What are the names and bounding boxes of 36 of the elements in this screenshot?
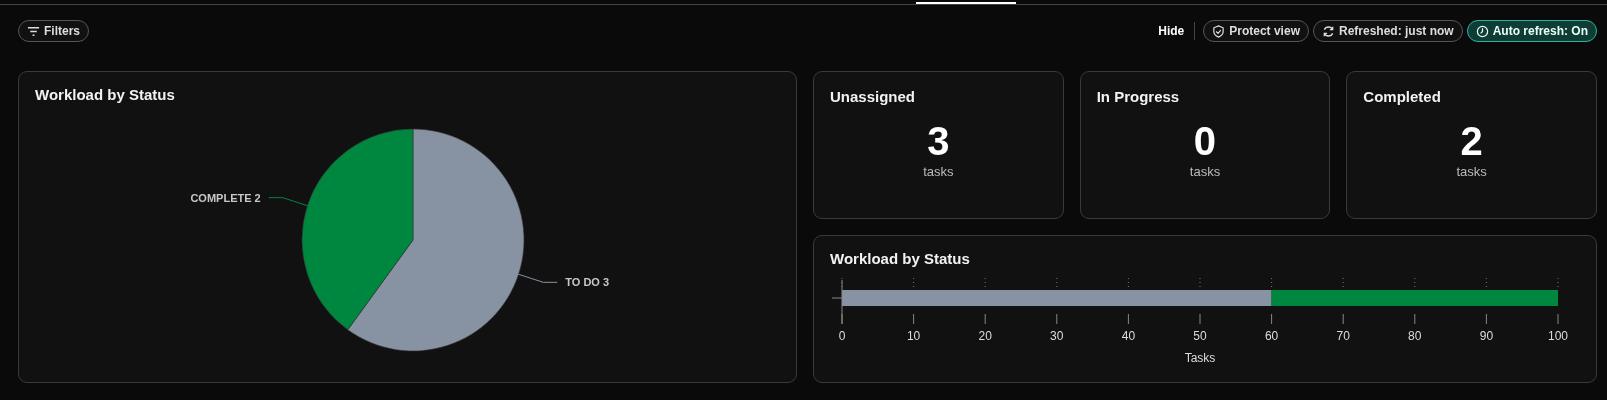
tick-label: 10 — [906, 329, 921, 343]
tick-label: 30 — [1050, 329, 1064, 343]
hide-link[interactable]: Hide — [1148, 24, 1195, 38]
refreshed-button[interactable]: Refreshed: just now — [1312, 20, 1463, 42]
stat-unit: tasks — [1456, 164, 1487, 179]
tick-label: 40 — [1121, 329, 1136, 343]
axis-label: Tasks — [1184, 351, 1216, 365]
refresh-icon — [1321, 24, 1335, 38]
stat-value: 3 — [927, 119, 950, 164]
tick-label: 90 — [1479, 329, 1494, 343]
stat-title: Unassigned — [830, 88, 917, 105]
protect-view-button[interactable]: Protect view — [1203, 20, 1309, 42]
leader-line — [518, 273, 558, 283]
filter-icon — [27, 24, 40, 38]
tick-label: 20 — [978, 329, 992, 343]
stat-title: Completed — [1363, 88, 1442, 105]
stat-unit: tasks — [923, 164, 954, 179]
shield-icon — [1212, 24, 1226, 38]
card-title: Workload by Status — [830, 250, 970, 267]
card-title: Workload by Status — [35, 86, 175, 103]
stat-value: 0 — [1193, 119, 1217, 164]
slice-label: COMPLETE 2 — [190, 191, 261, 204]
slice-label: TO DO 3 — [565, 276, 610, 289]
leader-line — [268, 197, 308, 207]
tick-label: 0 — [838, 329, 846, 343]
auto-refresh-toggle[interactable]: Auto refresh: On — [1466, 20, 1597, 42]
stat-title: In Progress — [1096, 88, 1181, 105]
stat-unit: tasks — [1189, 164, 1221, 179]
tick-label: 100 — [1548, 329, 1568, 343]
tick-label: 60 — [1264, 329, 1279, 343]
tick-label: 50 — [1193, 329, 1207, 343]
clock-icon — [1475, 24, 1489, 38]
tick-label: 80 — [1408, 329, 1422, 343]
filters-button[interactable]: Filters — [18, 20, 89, 42]
tick-label: 70 — [1336, 329, 1350, 343]
stat-value: 2 — [1460, 119, 1483, 164]
